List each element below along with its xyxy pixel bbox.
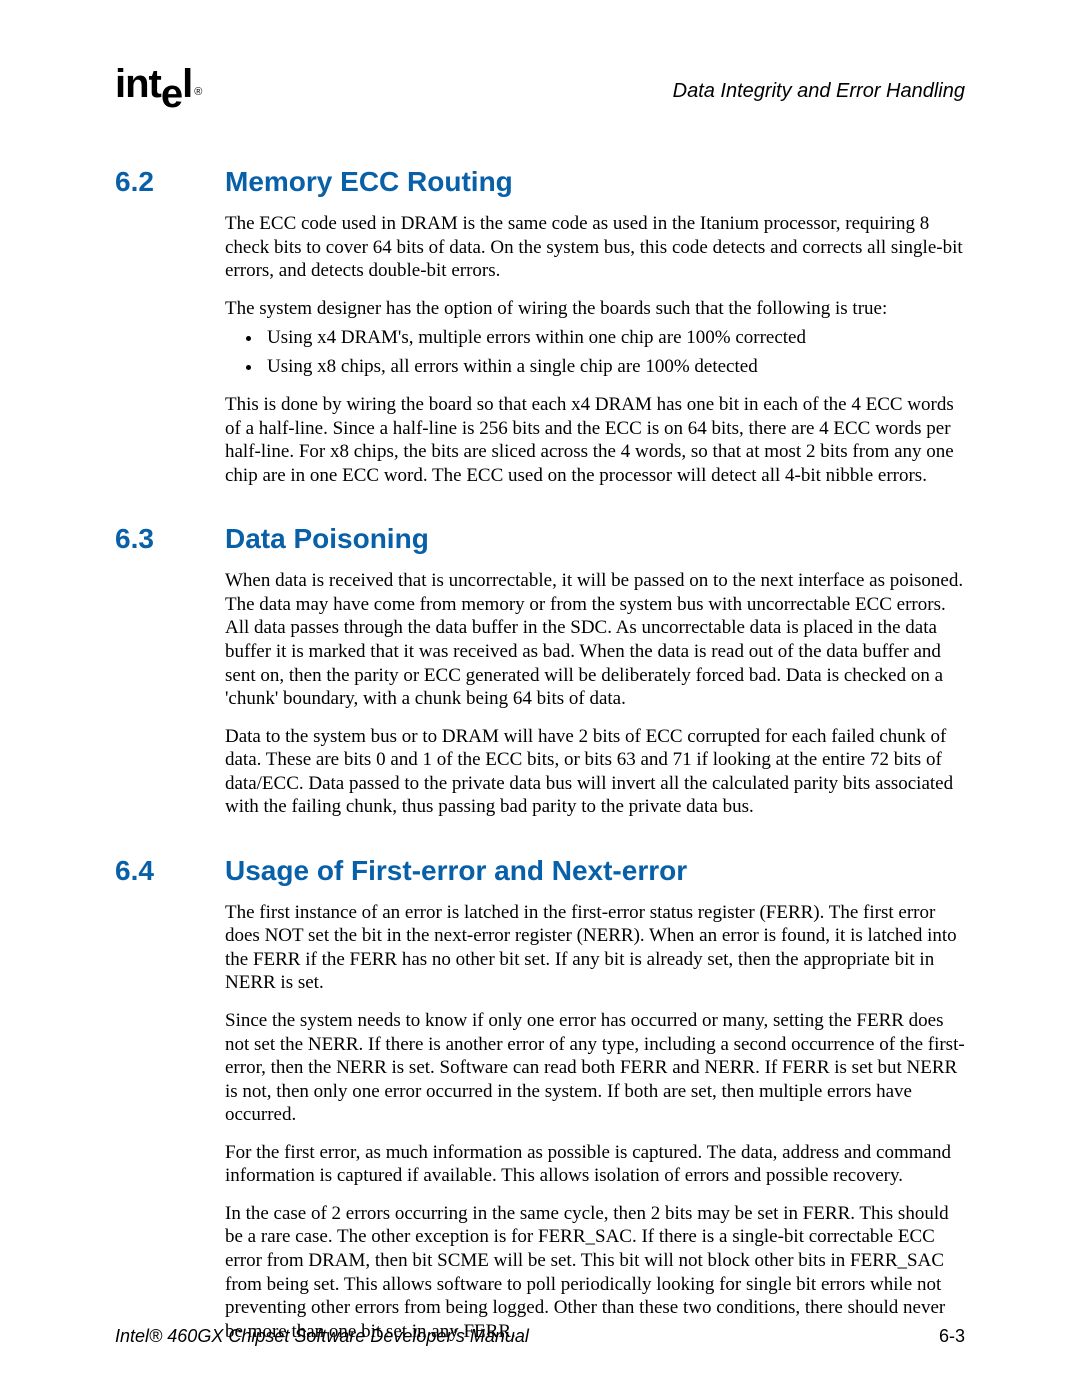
list-item: Using x4 DRAM's, multiple errors within … — [263, 324, 965, 353]
paragraph: Data to the system bus or to DRAM will h… — [225, 725, 965, 819]
section-heading-6-3: 6.3 Data Poisoning — [115, 523, 965, 555]
section-number: 6.4 — [115, 855, 225, 887]
footer-title: Intel® 460GX Chipset Software Developer'… — [115, 1326, 529, 1347]
page-footer: Intel® 460GX Chipset Software Developer'… — [115, 1326, 965, 1347]
list-item: Using x8 chips, all errors within a sing… — [263, 353, 965, 382]
paragraph: For the first error, as much information… — [225, 1141, 965, 1188]
section-title: Data Poisoning — [225, 523, 429, 555]
registered-mark: ® — [194, 86, 201, 98]
section-heading-6-2: 6.2 Memory ECC Routing — [115, 166, 965, 198]
paragraph: The system designer has the option of wi… — [225, 297, 965, 321]
paragraph: Since the system needs to know if only o… — [225, 1009, 965, 1127]
paragraph: When data is received that is uncorrecta… — [225, 569, 965, 710]
section-heading-6-4: 6.4 Usage of First-error and Next-error — [115, 855, 965, 887]
section-title: Usage of First-error and Next-error — [225, 855, 687, 887]
paragraph: The first instance of an error is latche… — [225, 901, 965, 995]
section-title: Memory ECC Routing — [225, 166, 513, 198]
bullet-list: Using x4 DRAM's, multiple errors within … — [225, 324, 965, 381]
paragraph: The ECC code used in DRAM is the same co… — [225, 212, 965, 283]
page-header: intel® Data Integrity and Error Handling — [115, 62, 965, 104]
chapter-title: Data Integrity and Error Handling — [673, 80, 965, 103]
section-number: 6.3 — [115, 523, 225, 555]
section-number: 6.2 — [115, 166, 225, 198]
paragraph: In the case of 2 errors occurring in the… — [225, 1202, 965, 1343]
page-number: 6-3 — [939, 1326, 965, 1347]
intel-logo: intel® — [115, 62, 199, 104]
paragraph: This is done by wiring the board so that… — [225, 393, 965, 487]
